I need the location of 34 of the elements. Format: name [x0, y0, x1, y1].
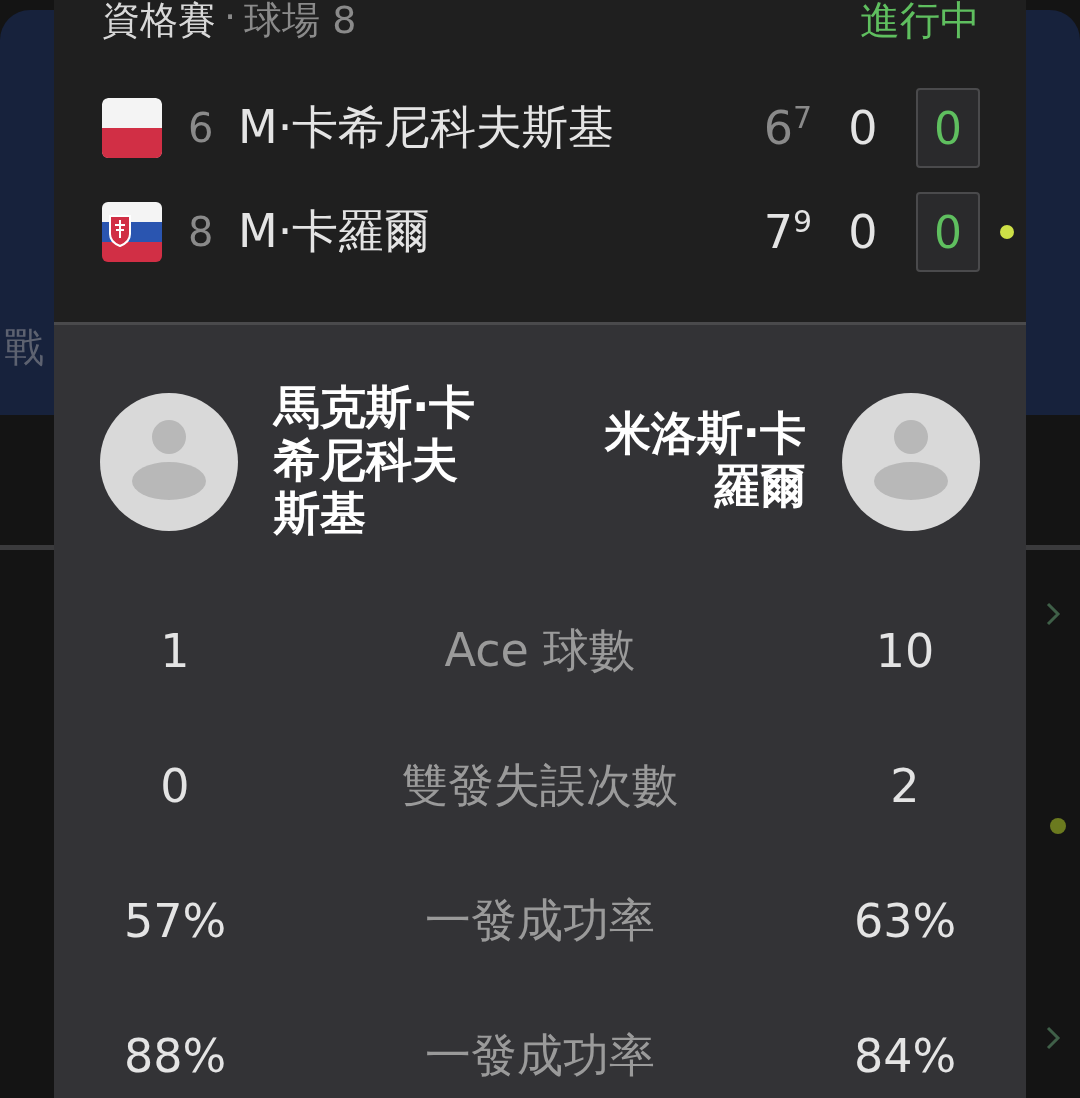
stat-value: 1 [159, 623, 191, 678]
stat-label: 一發成功率 [424, 891, 656, 949]
stat-value: 84% [852, 1028, 958, 1083]
game-score: 0 [916, 192, 980, 272]
court-label: 球場 8 [244, 0, 357, 44]
stat-value: 0 [159, 758, 191, 813]
stat-value: 88% [122, 1028, 228, 1083]
round-label: 資格賽 [102, 0, 216, 44]
player-full-name: 馬克斯·卡希尼科夫斯基 [274, 381, 477, 540]
stat-value: 63% [852, 893, 958, 948]
stat-value: 10 [874, 623, 936, 678]
stat-label: Ace 球數 [443, 621, 637, 679]
avatar-icon [100, 393, 238, 531]
flag-icon [102, 202, 162, 262]
banner-title: 戰 [4, 323, 44, 372]
stat-label: 一發成功率 [424, 1026, 656, 1084]
seed-number: 6 [188, 105, 215, 151]
match-status: 進行中 [860, 0, 980, 45]
seed-number: 8 [188, 209, 215, 255]
stat-label: 雙發失誤次數 [401, 756, 679, 814]
player-name: M·卡羅爾 [238, 203, 432, 260]
player-full-name: 米洛斯·卡羅爾 [603, 407, 806, 513]
set-score: 6$^{7}$ [762, 100, 814, 156]
set-score: 0 [847, 205, 879, 259]
avatar-icon [842, 393, 980, 531]
player-name: M·卡希尼科夫斯基 [238, 99, 616, 156]
set-score: 0 [847, 101, 879, 155]
status-dot [1050, 818, 1066, 834]
set-score: 7$^{9}$ [762, 204, 814, 260]
game-score: 0 [916, 88, 980, 168]
separator-dot: · [224, 0, 237, 41]
flag-icon [102, 98, 162, 158]
stat-value: 57% [122, 893, 228, 948]
stat-value: 2 [889, 758, 921, 813]
